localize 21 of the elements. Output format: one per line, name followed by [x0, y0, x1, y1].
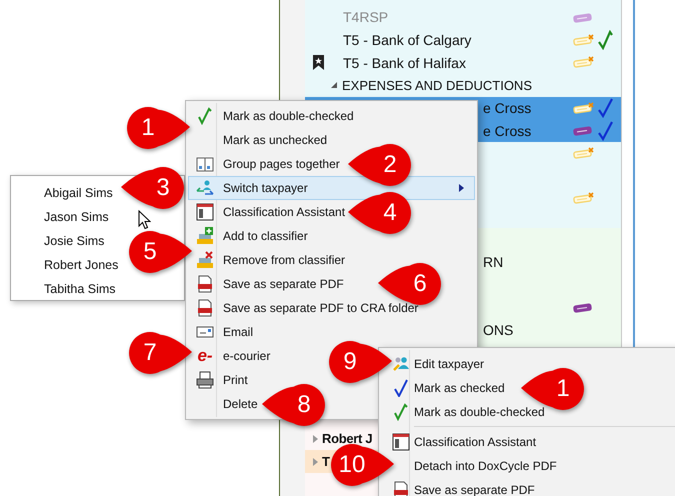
callout-number: 3	[155, 174, 171, 202]
callout-number: 9	[342, 348, 358, 376]
tree-item-label: e Cross	[483, 122, 532, 139]
callout-number: 5	[142, 238, 158, 266]
tree-item-label: EXPENSES AND DEDUCTIONS	[342, 78, 532, 93]
tree-item-label: T4RSP	[343, 9, 388, 26]
e-courier-logo: e-	[197, 347, 213, 365]
callout-number: 7	[142, 339, 158, 367]
callout-number: 1	[555, 375, 571, 403]
callout-number: 10	[338, 451, 366, 479]
tree-item-label: ONS	[483, 322, 514, 338]
callout-number: 1	[140, 114, 156, 142]
callout-number: 8	[296, 391, 312, 419]
tree-item-label: T5 - Bank of Calgary	[343, 32, 472, 48]
tree-item-label: e Cross	[483, 100, 532, 116]
tree-item-label: Robert J	[322, 431, 372, 446]
tree-item-label: T	[322, 454, 330, 470]
callout-number: 2	[382, 151, 398, 179]
tree-item-label: T5 - Bank of Halifax	[343, 54, 466, 71]
callout-number: 4	[382, 199, 398, 227]
callout-number: 6	[412, 270, 428, 298]
